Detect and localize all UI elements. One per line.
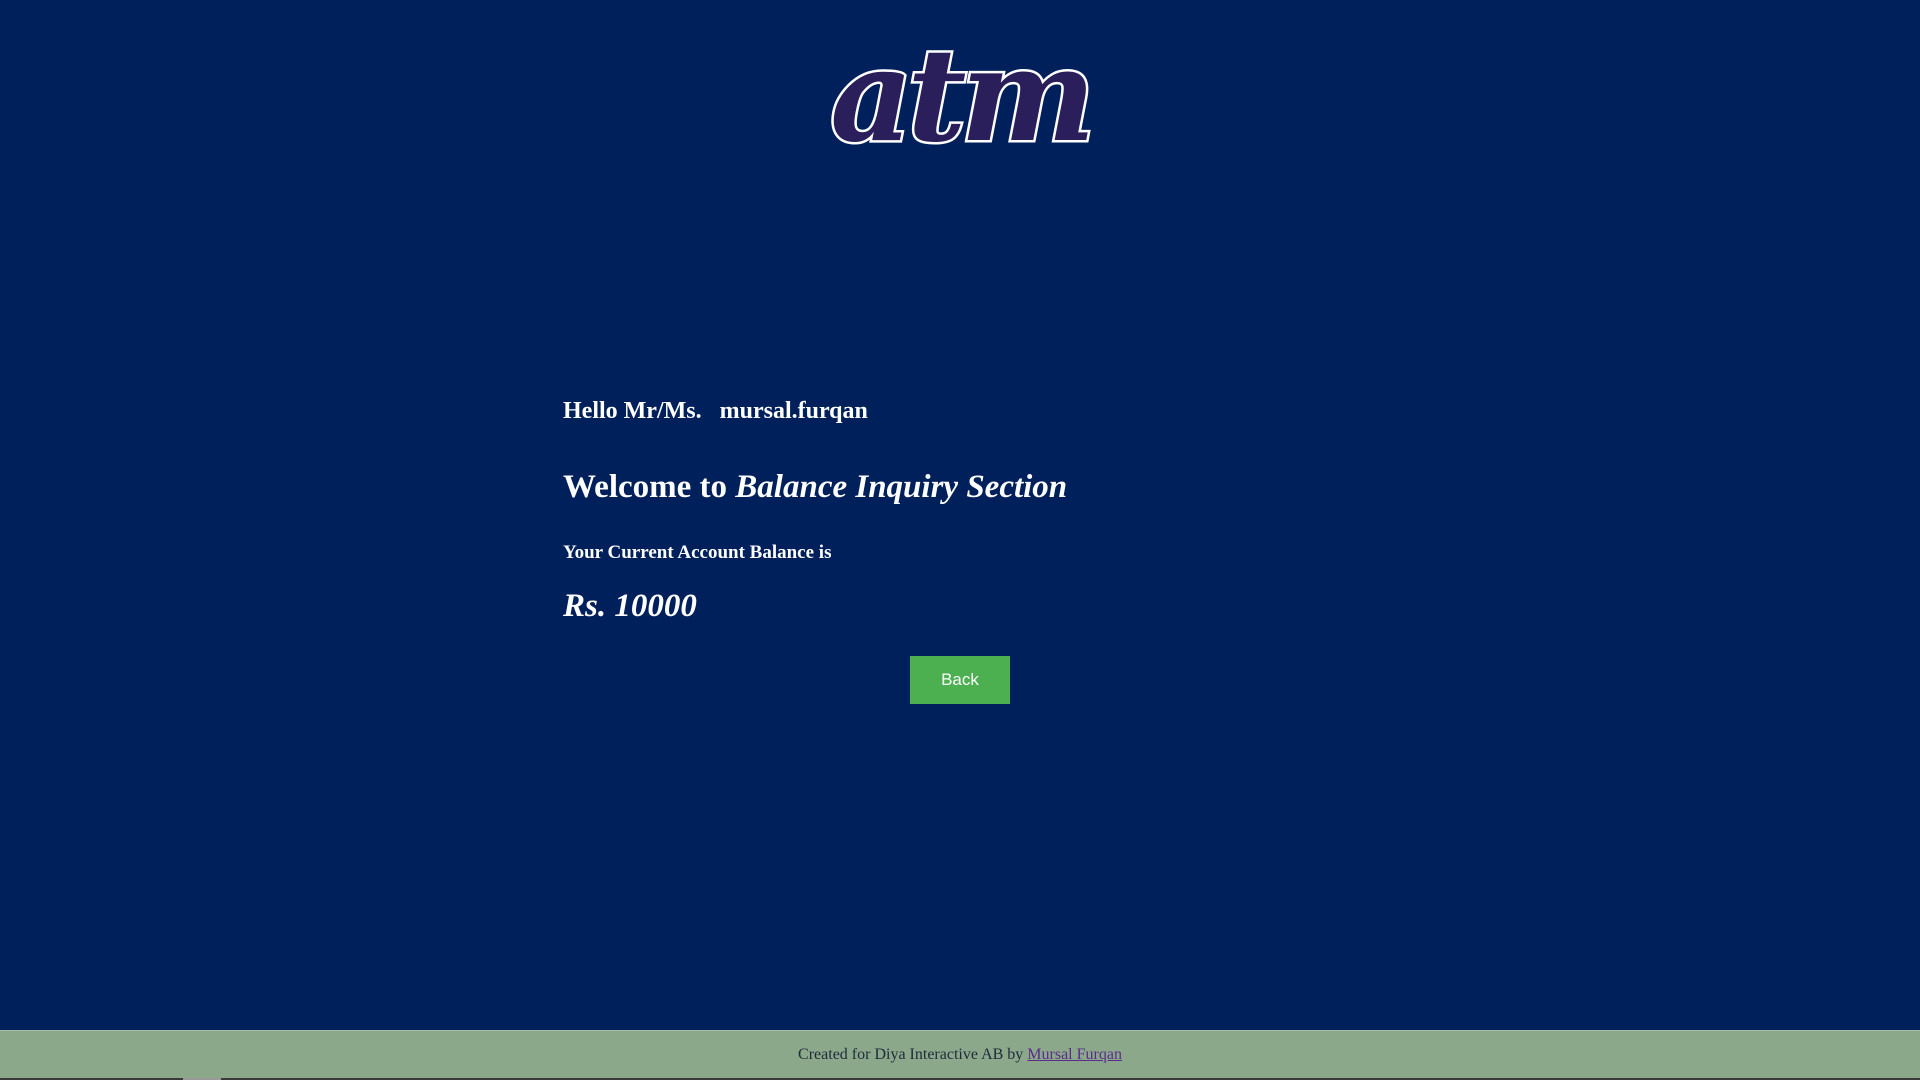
section-name: Balance Inquiry Section [735, 469, 1068, 505]
atm-logo-text: atm [830, 28, 1090, 163]
back-button[interactable]: Back [910, 656, 1010, 704]
atm-logo: atm [765, 28, 1155, 163]
greeting-line: Hello Mr/Ms. mursal.furqan [563, 393, 1363, 429]
balance-label: Your Current Account Balance is [563, 542, 832, 563]
balance-inquiry-panel: Hello Mr/Ms. mursal.furqan Welcome to Ba… [563, 393, 1363, 626]
greeting-prefix: Hello Mr/Ms. [563, 398, 702, 424]
atm-page: atm Hello Mr/Ms. mursal.furqan Welcome t… [0, 0, 1920, 1080]
footer: Created for Diya Interactive AB by Mursa… [0, 1030, 1920, 1079]
page-title: Welcome to Balance Inquiry Section [563, 467, 1363, 507]
author-link[interactable]: Mursal Furqan [1027, 1046, 1122, 1063]
atm-logo-graphic: atm [828, 28, 1099, 163]
welcome-prefix: Welcome to [563, 469, 728, 505]
balance-amount: Rs. 10000 [563, 588, 697, 624]
footer-text: Created for Diya Interactive AB by [798, 1046, 1024, 1063]
greeting-username: mursal.furqan [719, 398, 868, 424]
